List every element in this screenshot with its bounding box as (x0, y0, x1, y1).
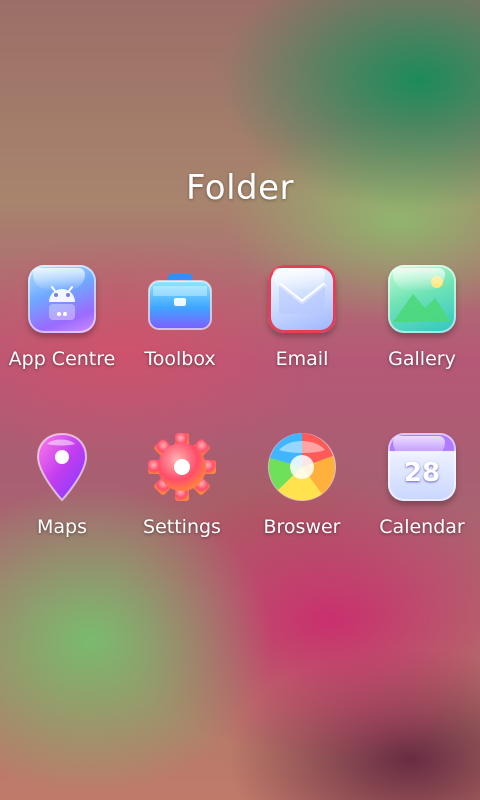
app-label: Maps (37, 516, 87, 538)
map-pin-icon (25, 430, 99, 504)
envelope-icon (265, 262, 339, 336)
app-label: Settings (143, 516, 221, 538)
briefcase-icon (143, 262, 217, 336)
picture-icon (385, 262, 459, 336)
browser-shortcut[interactable]: Broswer (242, 430, 362, 538)
calendar-icon: 28 (385, 430, 459, 504)
app-label: Email (275, 348, 329, 370)
calendar-date: 28 (403, 458, 441, 488)
app-label: Toolbox (144, 348, 216, 370)
app-centre-shortcut[interactable]: App Centre (2, 262, 122, 370)
app-label: Calendar (379, 516, 465, 538)
maps-shortcut[interactable]: Maps (2, 430, 122, 538)
browser-icon (265, 430, 339, 504)
android-icon (25, 262, 99, 336)
app-label: Gallery (388, 348, 456, 370)
app-label: Broswer (263, 516, 341, 538)
toolbox-shortcut[interactable]: Toolbox (120, 262, 240, 370)
email-shortcut[interactable]: Email (242, 262, 362, 370)
folder-title: Folder (185, 168, 295, 208)
gallery-shortcut[interactable]: Gallery (362, 262, 480, 370)
app-label: App Centre (8, 348, 116, 370)
gear-icon (145, 430, 219, 504)
calendar-shortcut[interactable]: 28 Calendar (362, 430, 480, 538)
settings-shortcut[interactable]: Settings (122, 430, 242, 538)
